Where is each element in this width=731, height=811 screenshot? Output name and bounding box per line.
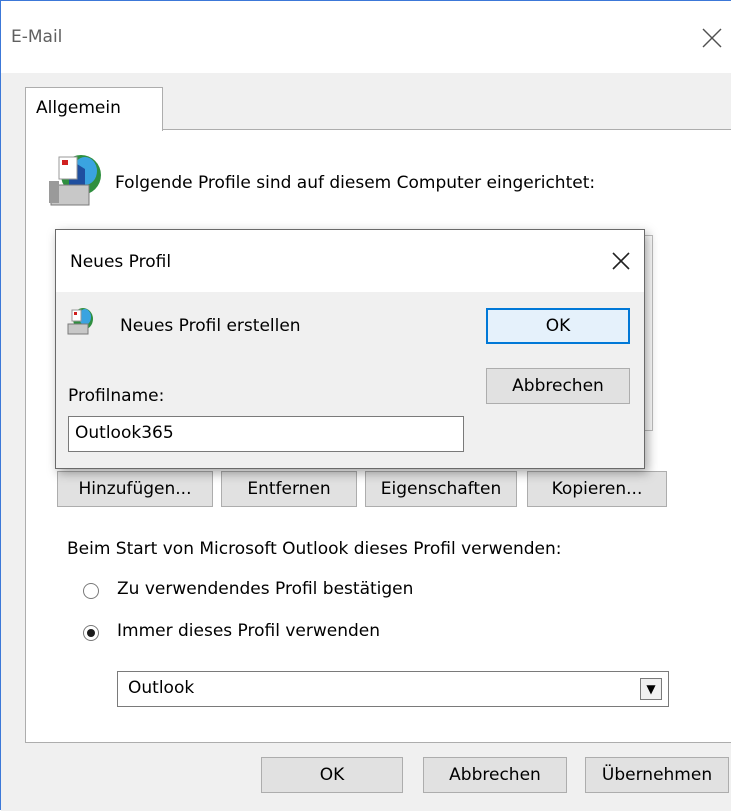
dialog-heading: Neues Profil erstellen bbox=[120, 316, 301, 336]
close-icon[interactable] bbox=[606, 246, 636, 276]
close-icon[interactable] bbox=[697, 23, 727, 53]
dialog-ok-button[interactable]: OK bbox=[486, 308, 630, 344]
outlook-profiles-icon bbox=[49, 155, 101, 206]
dialog-titlebar[interactable]: Neues Profil bbox=[56, 230, 644, 292]
apply-button[interactable]: Übernehmen bbox=[585, 757, 729, 793]
dialog-footer: OK Abbrechen Übernehmen bbox=[1, 743, 731, 811]
dialog-title: Neues Profil bbox=[70, 252, 172, 272]
copy-profile-button[interactable]: Kopieren... bbox=[527, 471, 667, 507]
remove-profile-button[interactable]: Entfernen bbox=[221, 471, 357, 507]
radio-confirm-profile-label: Zu verwendendes Profil bestätigen bbox=[117, 579, 414, 599]
window-titlebar[interactable]: E-Mail bbox=[1, 1, 731, 73]
radio-button-icon[interactable] bbox=[83, 625, 99, 641]
cancel-button[interactable]: Abbrechen bbox=[423, 757, 567, 793]
add-profile-button[interactable]: Hinzufügen... bbox=[57, 471, 213, 507]
radio-button-icon[interactable] bbox=[83, 583, 99, 599]
new-profile-dialog: Neues Profil Neues Profil erstellen OK A… bbox=[55, 229, 645, 469]
window-title: E-Mail bbox=[11, 27, 63, 47]
startup-profile-label: Beim Start von Microsoft Outlook dieses … bbox=[67, 539, 562, 559]
ok-button[interactable]: OK bbox=[261, 757, 403, 793]
profile-name-input[interactable]: Outlook365 bbox=[68, 416, 464, 452]
mail-settings-window: E-Mail Allgemein Folgende Profile sind a… bbox=[0, 0, 731, 811]
radio-always-profile-label: Immer dieses Profil verwenden bbox=[117, 621, 381, 641]
properties-button[interactable]: Eigenschaften bbox=[365, 471, 517, 507]
profile-select-value: Outlook bbox=[128, 678, 195, 698]
radio-selected-dot bbox=[87, 629, 95, 637]
dropdown-arrow-icon[interactable]: ▼ bbox=[640, 678, 662, 700]
profiles-heading: Folgende Profile sind auf diesem Compute… bbox=[115, 173, 596, 193]
tab-general-label: Allgemein bbox=[36, 98, 121, 118]
dialog-cancel-button[interactable]: Abbrechen bbox=[486, 368, 630, 404]
profile-icon bbox=[67, 308, 93, 335]
tab-general[interactable]: Allgemein bbox=[25, 87, 163, 131]
profile-name-label: Profilname: bbox=[68, 386, 165, 406]
profile-select[interactable]: Outlook ▼ bbox=[117, 671, 669, 707]
